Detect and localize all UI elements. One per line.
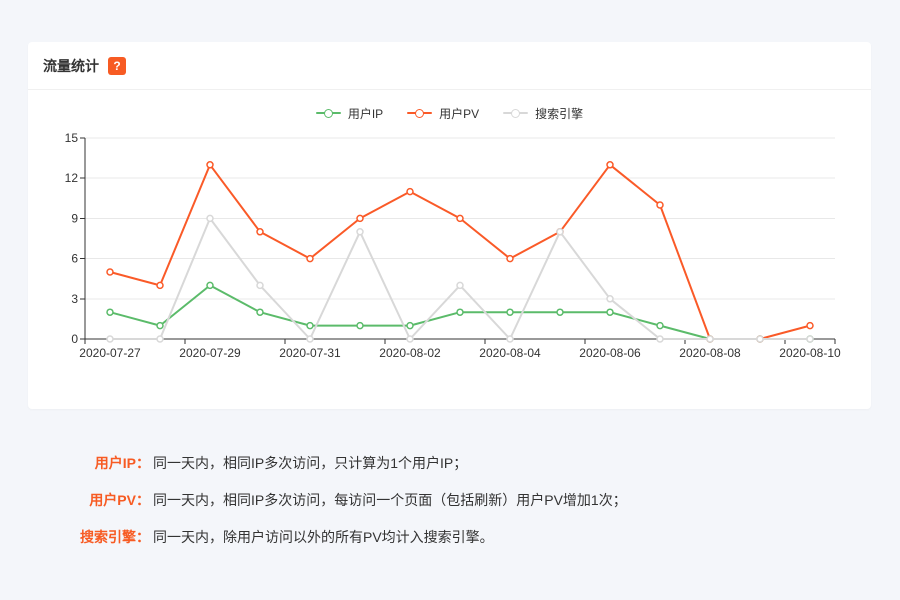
data-point-marker	[507, 336, 513, 342]
y-axis-label: 3	[71, 292, 78, 306]
data-point-marker	[357, 229, 363, 235]
x-axis-label: 2020-08-04	[479, 346, 541, 360]
definition-desc: 同一天内，除用户访问以外的所有PV均计入搜索引擎。	[153, 527, 494, 547]
x-axis-label: 2020-07-31	[279, 346, 341, 360]
data-point-marker	[507, 309, 513, 315]
axes: 0 3 6 9 12 15 2020-07-27 2020-07-29 2020-07-31 20…	[65, 131, 841, 360]
page-background: 流量统计 ? 用户IP 用户PV 搜索引擎 0 3 6 9 12 15 2020-07-27…	[0, 0, 900, 600]
legend-item-search-engine[interactable]: 搜索引擎	[503, 105, 583, 122]
data-point-marker	[807, 336, 813, 342]
data-point-marker	[457, 215, 463, 221]
y-axis-label: 9	[71, 211, 78, 225]
data-point-marker	[157, 282, 163, 288]
line-series-marker-icon	[503, 108, 528, 118]
definition-row-search-engine: 搜索引擎： 同一天内，除用户访问以外的所有PV均计入搜索引擎。	[0, 527, 900, 547]
x-axis-label: 2020-07-27	[79, 346, 141, 360]
help-icon[interactable]: ?	[108, 57, 126, 75]
data-point-marker	[757, 336, 763, 342]
legend-label: 用户IP	[348, 105, 383, 122]
data-point-marker	[507, 256, 513, 262]
definition-term: 用户PV：	[0, 490, 150, 510]
x-axis-label: 2020-08-08	[679, 346, 741, 360]
data-point-marker	[157, 323, 163, 329]
series-search-engine	[107, 215, 813, 342]
legend-item-user-pv[interactable]: 用户PV	[407, 105, 479, 122]
y-axis-label: 15	[65, 131, 79, 145]
definition-desc: 同一天内，相同IP多次访问，只计算为1个用户IP；	[153, 453, 467, 473]
traffic-line-chart[interactable]: 0 3 6 9 12 15 2020-07-27 2020-07-29 2020-07-31 20…	[28, 128, 871, 376]
x-axis-label: 2020-08-10	[779, 346, 841, 360]
legend-label: 搜索引擎	[535, 105, 583, 122]
definition-term: 搜索引擎：	[0, 527, 150, 547]
series-line	[110, 218, 810, 339]
definitions-section: 用户IP： 同一天内，相同IP多次访问，只计算为1个用户IP； 用户PV： 同一…	[0, 453, 900, 564]
line-series-marker-icon	[407, 108, 432, 118]
data-point-marker	[607, 296, 613, 302]
data-point-marker	[407, 189, 413, 195]
data-point-marker	[407, 323, 413, 329]
definition-row-user-pv: 用户PV： 同一天内，相同IP多次访问，每访问一个页面（包括刷新）用户PV增加1…	[0, 490, 900, 510]
data-point-marker	[307, 336, 313, 342]
data-point-marker	[807, 323, 813, 329]
data-point-marker	[257, 229, 263, 235]
data-point-marker	[457, 282, 463, 288]
x-axis-label: 2020-07-29	[179, 346, 241, 360]
chart-legend: 用户IP 用户PV 搜索引擎	[28, 98, 871, 128]
data-point-marker	[207, 282, 213, 288]
x-axis-label: 2020-08-06	[579, 346, 641, 360]
data-point-marker	[357, 323, 363, 329]
data-point-marker	[107, 309, 113, 315]
legend-item-user-ip[interactable]: 用户IP	[316, 105, 383, 122]
legend-label: 用户PV	[439, 105, 479, 122]
y-axis-label: 12	[65, 171, 79, 185]
line-series-marker-icon	[316, 108, 341, 118]
y-axis-label: 0	[71, 332, 78, 346]
data-point-marker	[207, 215, 213, 221]
y-axis-label: 6	[71, 252, 78, 266]
definition-desc: 同一天内，相同IP多次访问，每访问一个页面（包括刷新）用户PV增加1次；	[153, 490, 627, 510]
data-point-marker	[657, 336, 663, 342]
traffic-stats-card: 流量统计 ? 用户IP 用户PV 搜索引擎 0 3 6 9 12 15 2020-07-27…	[28, 42, 871, 409]
data-point-marker	[557, 309, 563, 315]
data-point-marker	[557, 229, 563, 235]
data-point-marker	[107, 269, 113, 275]
x-axis-label: 2020-08-02	[379, 346, 441, 360]
data-point-marker	[707, 336, 713, 342]
data-point-marker	[457, 309, 463, 315]
card-header: 流量统计 ?	[28, 42, 871, 90]
data-point-marker	[607, 162, 613, 168]
data-point-marker	[357, 215, 363, 221]
definition-row-user-ip: 用户IP： 同一天内，相同IP多次访问，只计算为1个用户IP；	[0, 453, 900, 473]
data-point-marker	[657, 202, 663, 208]
data-point-marker	[207, 162, 213, 168]
data-point-marker	[157, 336, 163, 342]
data-point-marker	[607, 309, 613, 315]
data-point-marker	[307, 256, 313, 262]
data-point-marker	[257, 309, 263, 315]
data-point-marker	[257, 282, 263, 288]
data-point-marker	[307, 323, 313, 329]
data-point-marker	[407, 336, 413, 342]
definition-term: 用户IP：	[0, 453, 150, 473]
page-title: 流量统计	[43, 56, 99, 76]
data-point-marker	[657, 323, 663, 329]
data-point-marker	[107, 336, 113, 342]
